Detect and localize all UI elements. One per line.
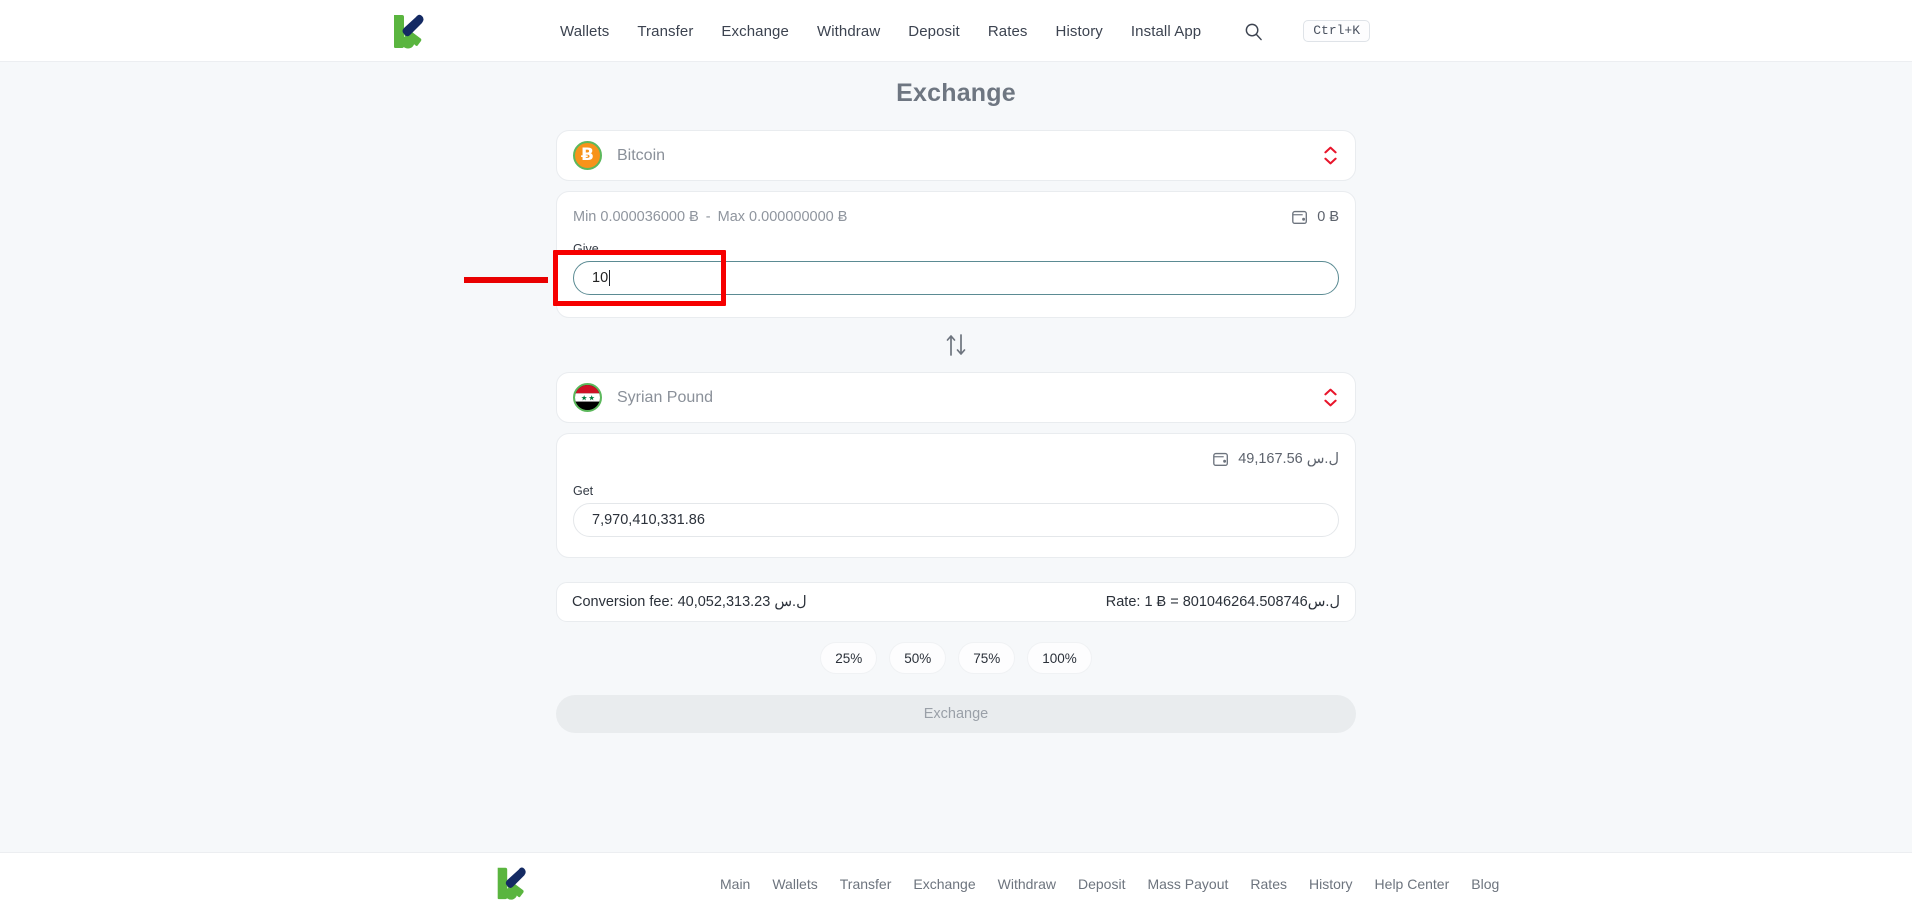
site-footer: Main Wallets Transfer Exchange Withdraw … xyxy=(0,852,1912,913)
wallet-icon xyxy=(1292,210,1308,224)
chevron-up-icon xyxy=(1323,146,1337,154)
give-amount-input[interactable] xyxy=(573,261,1339,295)
kuna-logo-icon xyxy=(394,14,424,49)
syria-flag-glyph xyxy=(575,385,600,410)
bitcoin-symbol: Ƀ xyxy=(581,145,594,165)
chevron-down-icon xyxy=(1323,399,1337,407)
exchange-submit-button[interactable]: Exchange xyxy=(556,695,1356,733)
chevron-down-icon xyxy=(1323,157,1337,165)
swap-row xyxy=(556,318,1356,372)
nav-item-install-app[interactable]: Install App xyxy=(1131,23,1201,40)
swap-vertical-icon xyxy=(946,334,966,356)
footer-link-history[interactable]: History xyxy=(1309,876,1353,892)
bitcoin-icon: Ƀ xyxy=(573,141,602,170)
footer-link-blog[interactable]: Blog xyxy=(1471,876,1499,892)
main-content: Exchange Ƀ Bitcoin Min 0.000036000 Ƀ - M… xyxy=(0,62,1912,852)
chevron-up-down-icon[interactable] xyxy=(1322,145,1338,167)
footer-nav: Main Wallets Transfer Exchange Withdraw … xyxy=(720,853,1499,913)
from-currency-select[interactable]: Ƀ Bitcoin xyxy=(556,130,1356,181)
nav-item-withdraw[interactable]: Withdraw xyxy=(817,23,880,40)
footer-link-exchange[interactable]: Exchange xyxy=(913,876,975,892)
percent-button-100[interactable]: 100% xyxy=(1027,642,1092,674)
give-amount-panel: Min 0.000036000 Ƀ - Max 0.000000000 Ƀ 0 … xyxy=(556,191,1356,318)
rate-text: Rate: 1 Ƀ = 801046264.508746ل.س xyxy=(1105,594,1340,610)
from-currency-name: Bitcoin xyxy=(617,146,666,164)
fee-rate-bar: Conversion fee: 40,052,313.23 ل.س Rate: … xyxy=(556,582,1356,622)
to-balance-value: 49,167.56 ل.س xyxy=(1238,451,1339,467)
limits-text: Min 0.000036000 Ƀ - Max 0.000000000 Ƀ xyxy=(573,209,847,225)
header-logo[interactable] xyxy=(388,11,430,51)
text-caret xyxy=(609,270,610,286)
swap-currencies-button[interactable] xyxy=(941,330,971,360)
exchange-page: Wallets Transfer Exchange Withdraw Depos… xyxy=(0,0,1912,913)
footer-link-main[interactable]: Main xyxy=(720,876,750,892)
footer-logo[interactable] xyxy=(492,863,530,903)
get-amount-panel: 49,167.56 ل.س Get xyxy=(556,433,1356,558)
footer-link-withdraw[interactable]: Withdraw xyxy=(998,876,1056,892)
search-icon[interactable] xyxy=(1243,21,1263,41)
from-balance-value: 0 Ƀ xyxy=(1317,209,1339,225)
to-currency-select[interactable]: Syrian Pound xyxy=(556,372,1356,423)
to-currency-name: Syrian Pound xyxy=(617,388,714,406)
get-field-wrap: Get xyxy=(573,484,1339,537)
footer-link-rates[interactable]: Rates xyxy=(1250,876,1287,892)
give-field-wrap: Give xyxy=(573,242,1339,295)
min-limit: Min 0.000036000 Ƀ xyxy=(573,209,699,225)
search-glyph xyxy=(1245,23,1262,40)
nav-item-exchange[interactable]: Exchange xyxy=(721,23,789,40)
syria-flag-icon xyxy=(573,383,602,412)
footer-link-help-center[interactable]: Help Center xyxy=(1375,876,1450,892)
page-title: Exchange xyxy=(896,79,1016,107)
limit-separator: - xyxy=(705,209,711,225)
conversion-fee-text: Conversion fee: 40,052,313.23 ل.س xyxy=(572,594,807,610)
percent-button-50[interactable]: 50% xyxy=(889,642,947,674)
nav-item-rates[interactable]: Rates xyxy=(988,23,1028,40)
get-field-label: Get xyxy=(573,484,594,498)
max-limit: Max 0.000000000 Ƀ xyxy=(717,209,848,225)
percent-button-25[interactable]: 25% xyxy=(820,642,878,674)
nav-item-history[interactable]: History xyxy=(1056,23,1103,40)
get-amount-input[interactable] xyxy=(573,503,1339,537)
nav-item-wallets[interactable]: Wallets xyxy=(560,23,609,40)
header-nav: Wallets Transfer Exchange Withdraw Depos… xyxy=(560,0,1371,62)
to-balance-row: 49,167.56 ل.س xyxy=(573,448,1339,470)
wallet-icon xyxy=(1213,452,1229,466)
kuna-logo-icon xyxy=(497,867,526,900)
footer-link-wallets[interactable]: Wallets xyxy=(772,876,817,892)
chevron-up-icon xyxy=(1323,388,1337,396)
nav-item-transfer[interactable]: Transfer xyxy=(637,23,693,40)
percent-buttons-row: 25% 50% 75% 100% xyxy=(556,642,1356,674)
to-balance[interactable]: 49,167.56 ل.س xyxy=(1212,450,1339,468)
footer-link-deposit[interactable]: Deposit xyxy=(1078,876,1125,892)
search-shortcut-badge[interactable]: Ctrl+K xyxy=(1303,20,1371,42)
site-header: Wallets Transfer Exchange Withdraw Depos… xyxy=(0,0,1912,62)
chevron-up-down-icon-2[interactable] xyxy=(1322,387,1338,409)
limits-row: Min 0.000036000 Ƀ - Max 0.000000000 Ƀ 0 … xyxy=(573,206,1339,228)
nav-item-deposit[interactable]: Deposit xyxy=(908,23,960,40)
from-balance[interactable]: 0 Ƀ xyxy=(1291,208,1339,226)
give-field-label: Give xyxy=(573,242,599,256)
footer-link-transfer[interactable]: Transfer xyxy=(840,876,892,892)
percent-button-75[interactable]: 75% xyxy=(958,642,1016,674)
footer-link-mass-payout[interactable]: Mass Payout xyxy=(1147,876,1228,892)
exchange-form: Exchange Ƀ Bitcoin Min 0.000036000 Ƀ - M… xyxy=(556,62,1356,733)
